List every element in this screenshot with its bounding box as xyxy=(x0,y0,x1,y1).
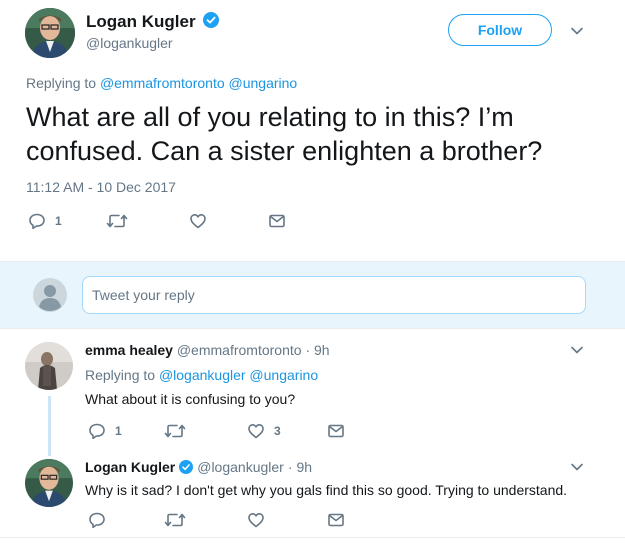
chevron-down-icon[interactable] xyxy=(570,460,584,474)
reply-header: Logan Kugler @logankugler · 9h xyxy=(85,459,312,475)
reply-text: Why is it sad? I don't get why you gals … xyxy=(85,482,568,498)
like-action[interactable]: 3 xyxy=(247,422,281,440)
reply-author-name[interactable]: Logan Kugler xyxy=(85,459,175,475)
avatar-photo xyxy=(25,459,73,507)
replying-to-prefix: Replying to xyxy=(26,75,97,91)
reply-separator: · xyxy=(287,459,293,475)
reply-replying-to: Replying to @logankugler @ungarino xyxy=(85,367,318,383)
author-handle[interactable]: @logankugler xyxy=(86,35,173,51)
reply-header: emma healey @emmafromtoronto · 9h xyxy=(85,342,330,358)
author-name[interactable]: Logan Kugler xyxy=(86,12,196,32)
tweet-reply-input[interactable]: Tweet your reply xyxy=(82,276,586,314)
message-icon[interactable] xyxy=(327,512,345,528)
replying-to-handles[interactable]: @emmafromtoronto @ungarino xyxy=(100,75,297,91)
reply-action[interactable]: 1 xyxy=(28,212,62,230)
reply-author-handle[interactable]: @emmafromtoronto xyxy=(177,342,302,358)
reply-author-name[interactable]: emma healey xyxy=(85,342,173,358)
verified-icon xyxy=(203,12,219,28)
replying-to-handles[interactable]: @logankugler @ungarino xyxy=(159,367,318,383)
default-avatar-icon xyxy=(33,278,67,312)
reply-count: 1 xyxy=(55,214,62,228)
tweet-timestamp[interactable]: 11:12 AM - 10 Dec 2017 xyxy=(26,179,176,195)
follow-button[interactable]: Follow xyxy=(448,14,552,46)
avatar-photo xyxy=(25,342,73,390)
retweet-icon[interactable] xyxy=(164,422,186,440)
verified-icon xyxy=(179,460,194,474)
thread-connector xyxy=(48,396,51,456)
reply-action[interactable]: 1 xyxy=(88,422,122,440)
reply-count: 1 xyxy=(115,424,122,438)
chevron-down-icon[interactable] xyxy=(570,343,584,357)
reply-time[interactable]: 9h xyxy=(297,459,313,475)
like-icon[interactable] xyxy=(189,212,207,230)
message-icon[interactable] xyxy=(327,423,345,439)
bottom-divider xyxy=(0,537,625,538)
reply-avatar-emma[interactable] xyxy=(25,342,73,390)
like-count: 3 xyxy=(274,424,281,438)
reply-text: What about it is confusing to you? xyxy=(85,391,296,407)
reply-icon xyxy=(28,212,46,230)
retweet-icon[interactable] xyxy=(164,511,186,529)
retweet-icon[interactable] xyxy=(106,212,128,230)
reply-avatar-logan[interactable] xyxy=(25,459,73,507)
author-avatar[interactable] xyxy=(25,8,75,58)
avatar-photo xyxy=(25,8,75,58)
reply-separator: · xyxy=(305,342,311,358)
like-icon xyxy=(247,422,265,440)
reply-icon[interactable] xyxy=(88,511,106,529)
reply-time[interactable]: 9h xyxy=(314,342,330,358)
reply-icon xyxy=(88,422,106,440)
like-icon[interactable] xyxy=(247,511,265,529)
replying-to-prefix: Replying to xyxy=(85,367,156,383)
message-icon[interactable] xyxy=(268,213,286,229)
tweet-text: What are all of you relating to in this?… xyxy=(26,102,543,166)
chevron-down-icon[interactable] xyxy=(570,24,584,38)
replying-to: Replying to @emmafromtoronto @ungarino xyxy=(26,75,297,91)
reply-author-handle[interactable]: @logankugler xyxy=(197,459,284,475)
